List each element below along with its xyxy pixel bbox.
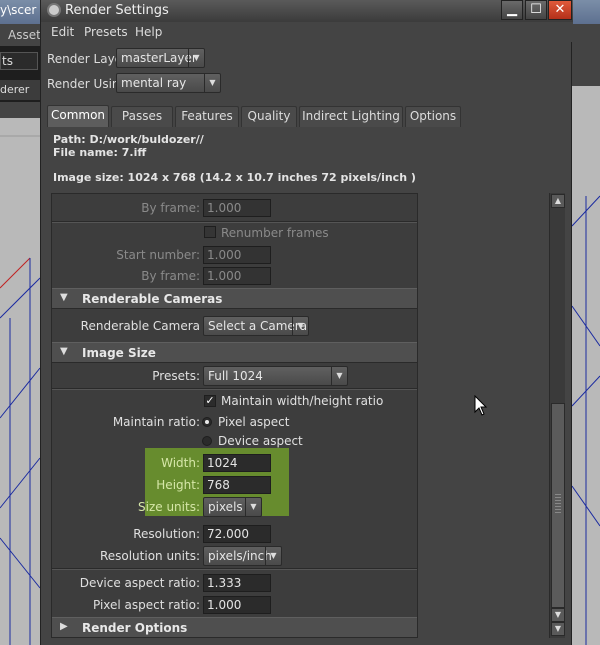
window-title: Render Settings <box>65 3 169 18</box>
resolution-label: Resolution: <box>133 527 200 541</box>
device-aspect-label: Device aspect <box>218 434 303 448</box>
viewport-left <box>0 118 40 645</box>
grip-icon <box>555 494 561 514</box>
renumber-frames-label: Renumber frames <box>221 226 329 240</box>
minimize-button[interactable]: ▁ <box>501 0 523 20</box>
resolution-units-label: Resolution units: <box>99 549 200 563</box>
scroll-down-button-2[interactable]: ▼ <box>551 622 565 636</box>
height-label: Height: <box>156 478 200 492</box>
resolution-units-dropdown[interactable]: pixels/inch ▼ <box>203 546 282 566</box>
presets-label: Presets: <box>152 369 200 383</box>
renderer-panel-label: derer <box>0 80 40 100</box>
output-info: Path: D:/work/buldozer// File name: 7.if… <box>47 127 567 191</box>
render-settings-window: Render Settings ▁ ☐ ✕ Edit Presets Help … <box>40 0 573 645</box>
renderable-cameras-header[interactable]: ▼ Renderable Cameras <box>52 288 417 309</box>
size-units-label: Size units: <box>138 500 200 514</box>
by-frame-field-2[interactable]: 1.000 <box>203 267 271 285</box>
tab-features[interactable]: Features <box>175 106 239 127</box>
start-number-label: Start number: <box>116 248 200 262</box>
resolution-field[interactable]: 72.000 <box>203 525 271 543</box>
chevron-down-icon: ▼ <box>188 49 204 67</box>
render-using-dropdown[interactable]: mental ray ▼ <box>116 73 221 93</box>
background-toolbar <box>0 102 40 118</box>
device-aspect-ratio-label: Device aspect ratio: <box>79 576 200 590</box>
output-path: Path: D:/work/buldozer// <box>53 133 204 146</box>
window-menubar: Edit Presets Help <box>41 22 573 42</box>
background-field[interactable]: ts <box>0 52 38 70</box>
chevron-down-icon: ▼ <box>292 317 308 335</box>
menu-edit[interactable]: Edit <box>51 25 74 39</box>
chevron-down-icon: ▼ <box>204 74 220 92</box>
settings-tabs: Common Passes Features Quality Indirect … <box>41 105 573 127</box>
maintain-ratio-label: Maintain ratio: <box>112 415 200 429</box>
menu-presets[interactable]: Presets <box>84 25 128 39</box>
expanded-triangle-icon: ▼ <box>60 346 68 357</box>
height-field[interactable]: 768 <box>203 476 271 494</box>
output-file-name: File name: 7.iff <box>53 146 147 159</box>
render-layer-dropdown[interactable]: masterLayer ▼ <box>116 48 205 68</box>
render-layer-row: Render Layer masterLayer ▼ <box>47 48 217 70</box>
main-window-title: y\scer <box>0 3 37 17</box>
renderable-camera-label: Renderable Camera <box>80 319 200 333</box>
pixel-aspect-label: Pixel aspect <box>218 415 290 429</box>
chevron-down-icon: ▼ <box>265 547 281 565</box>
chevron-down-icon: ▼ <box>331 367 347 385</box>
chevron-down-icon: ▼ <box>245 498 261 516</box>
common-settings-panel: By frame: 1.000 Renumber frames Start nu… <box>51 193 418 638</box>
close-button[interactable]: ✕ <box>548 0 572 20</box>
viewport-right <box>572 46 600 645</box>
tab-options[interactable]: Options <box>405 106 461 127</box>
render-using-row: Render Using mental ray ▼ <box>47 73 221 95</box>
collapsed-triangle-icon: ▶ <box>60 621 68 632</box>
image-size-header[interactable]: ▼ Image Size <box>52 342 417 363</box>
scroll-up-button[interactable]: ▲ <box>551 194 565 208</box>
tab-quality[interactable]: Quality <box>241 106 297 127</box>
by-frame-label: By frame: <box>141 201 200 215</box>
pixel-aspect-ratio-label: Pixel aspect ratio: <box>92 598 200 612</box>
panel-scrollbar[interactable]: ▲ ▼ ▼ <box>549 193 565 638</box>
scroll-down-button-1[interactable]: ▼ <box>551 608 565 622</box>
presets-dropdown[interactable]: Full 1024 ▼ <box>203 366 348 386</box>
pixel-aspect-radio[interactable] <box>202 417 212 427</box>
maintain-ratio-check-label: Maintain width/height ratio <box>221 394 384 408</box>
maximize-button[interactable]: ☐ <box>525 0 547 20</box>
maya-app-icon <box>47 3 61 17</box>
render-options-header[interactable]: ▶ Render Options <box>52 617 417 637</box>
by-frame-field[interactable]: 1.000 <box>203 199 271 217</box>
start-number-field[interactable]: 1.000 <box>203 246 271 264</box>
width-label: Width: <box>161 456 200 470</box>
output-image-size: Image size: 1024 x 768 (14.2 x 10.7 inch… <box>53 171 416 184</box>
tab-common[interactable]: Common <box>47 105 109 127</box>
expanded-triangle-icon: ▼ <box>60 292 68 303</box>
device-aspect-radio[interactable] <box>202 436 212 446</box>
menu-help[interactable]: Help <box>135 25 162 39</box>
tab-indirect-lighting[interactable]: Indirect Lighting <box>299 106 403 127</box>
renumber-frames-checkbox[interactable] <box>204 226 216 238</box>
by-frame-label-2: By frame: <box>141 269 200 283</box>
size-units-dropdown[interactable]: pixels ▼ <box>203 497 262 517</box>
mouse-cursor-icon <box>474 395 488 416</box>
renderable-camera-dropdown[interactable]: Select a Camera ▼ <box>203 316 309 336</box>
maintain-ratio-checkbox[interactable]: ✓ <box>204 395 216 407</box>
scroll-thumb[interactable] <box>551 403 565 608</box>
window-titlebar[interactable]: Render Settings ▁ ☐ ✕ <box>41 0 573 22</box>
pixel-aspect-ratio-field[interactable]: 1.000 <box>203 596 271 614</box>
tab-passes[interactable]: Passes <box>111 106 173 127</box>
device-aspect-ratio-field[interactable]: 1.333 <box>203 574 271 592</box>
width-field[interactable]: 1024 <box>203 454 271 472</box>
render-layer-label: Render Layer <box>47 52 127 66</box>
